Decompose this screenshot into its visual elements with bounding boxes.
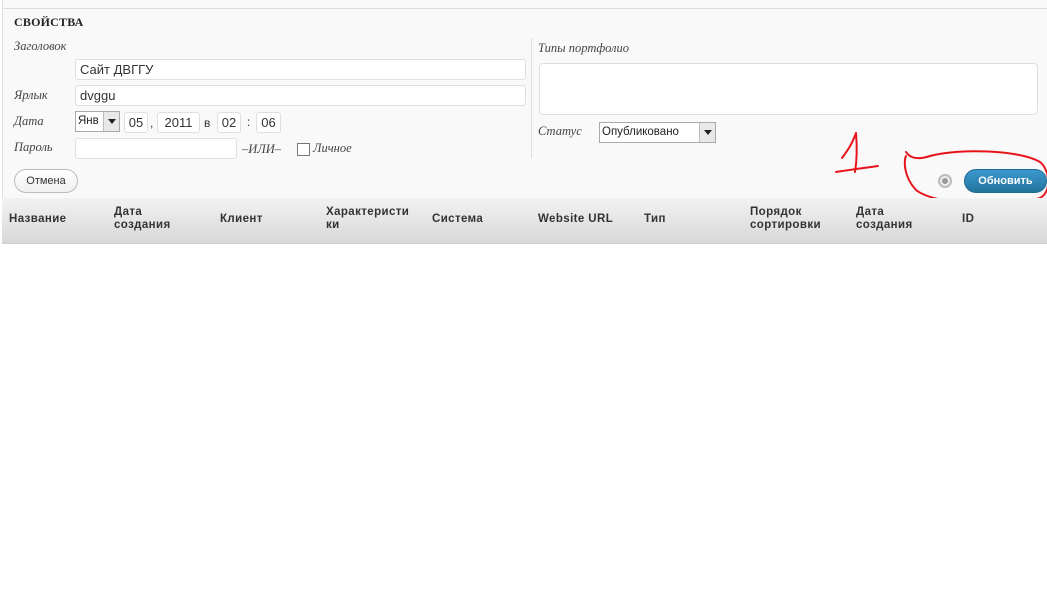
column-header-line1: Клиент [220, 213, 263, 225]
column-header[interactable]: Тип [644, 213, 666, 226]
column-header[interactable]: Название [9, 213, 66, 226]
column-header-line1: ID [962, 213, 975, 225]
column-header-line1: Website URL [538, 213, 614, 225]
column-header-line1: Дата [114, 206, 143, 218]
column-header-line1: Порядок [750, 206, 802, 218]
column-header-line2: ки [326, 219, 340, 231]
annotation-ellipse [903, 150, 1047, 206]
column-header[interactable]: Система [432, 213, 483, 226]
annotation-strokes [835, 132, 1047, 206]
column-header[interactable]: Клиент [220, 213, 263, 226]
red-annotation [835, 132, 1047, 206]
column-header-line1: Характеристи [326, 206, 410, 218]
column-header[interactable]: Порядок сортировки [750, 206, 821, 232]
table-header: Название Дата создания Клиент Характерис… [2, 198, 1047, 244]
column-header[interactable]: Дата создания [856, 206, 913, 232]
annotation-number-stroke [841, 132, 858, 173]
annotation-number-base [835, 165, 879, 173]
column-header[interactable]: Website URL [538, 213, 613, 226]
column-header-line2: создания [856, 219, 913, 231]
column-header-line1: Дата [856, 206, 885, 218]
column-header-line1: Система [432, 213, 484, 225]
column-header-line1: Название [9, 213, 67, 225]
column-header-line1: Тип [644, 213, 666, 225]
column-header-line2: создания [114, 219, 171, 231]
column-header-line2: сортировки [750, 219, 821, 231]
column-header[interactable]: ID [962, 213, 974, 226]
column-header[interactable]: Дата создания [114, 206, 171, 232]
column-header[interactable]: Характеристи ки [326, 206, 409, 232]
